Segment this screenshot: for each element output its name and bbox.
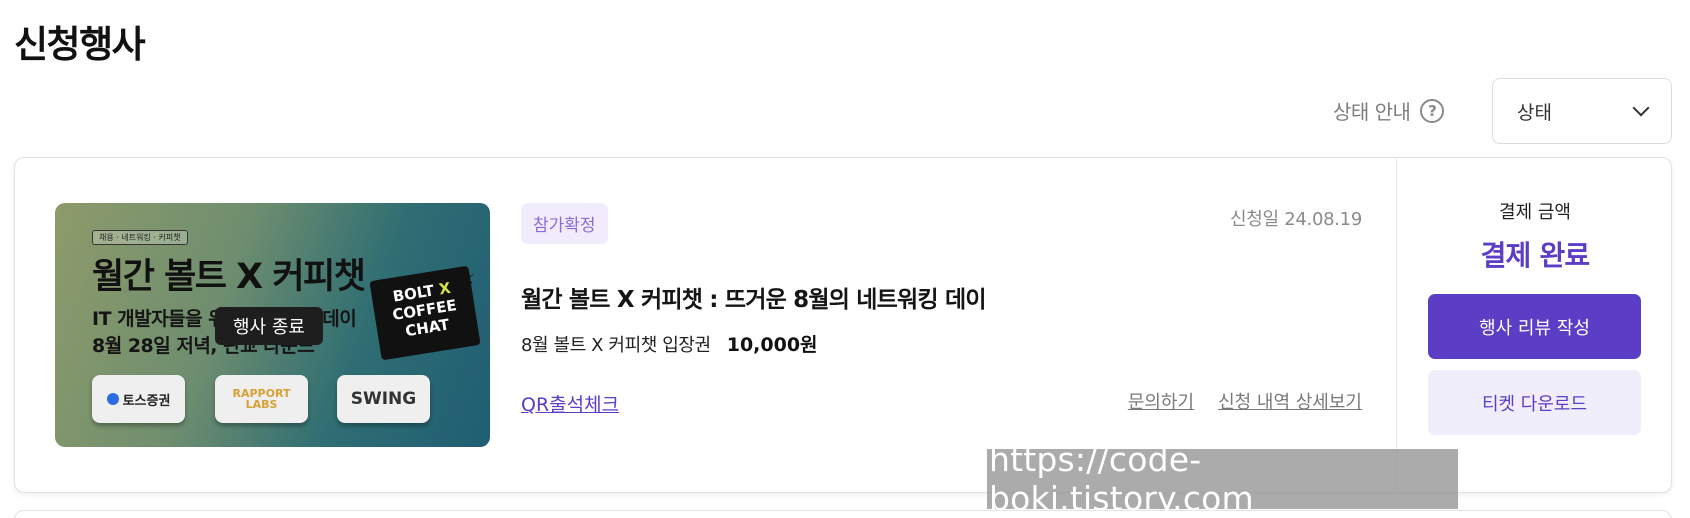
event-title[interactable]: 월간 볼트 X 커피챗 : 뜨거운 8월의 네트워킹 데이 <box>521 280 986 314</box>
sponsor2-line2: LABS <box>245 398 278 411</box>
lightning-icon: ⚡ <box>460 271 476 296</box>
ticket-row: 8월 볼트 X 커피챗 입장권 10,000원 <box>521 330 818 357</box>
status-select-value: 상태 <box>1517 101 1552 124</box>
status-badge: 참가확정 <box>521 203 608 244</box>
status-guide[interactable]: 상태 안내 ? <box>1333 96 1445 125</box>
ticket-price: 10,000원 <box>726 334 818 356</box>
sponsor1-label: 토스증권 <box>122 393 171 409</box>
status-guide-label: 상태 안내 <box>1333 100 1411 124</box>
ticket-download-button[interactable]: 티켓 다운로드 <box>1428 370 1641 435</box>
page-title: 신청행사 <box>14 23 146 66</box>
inquiry-link[interactable]: 문의하기 <box>1128 388 1194 414</box>
status-select[interactable]: 상태 <box>1492 78 1672 144</box>
write-review-button[interactable]: 행사 리뷰 작성 <box>1428 294 1641 359</box>
event-thumbnail[interactable]: 채용 · 네트워킹 · 커피챗 월간 볼트 X 커피챗 IT 개발자들을 위한 … <box>55 203 490 447</box>
chevron-down-icon <box>1632 99 1650 117</box>
thumbnail-tag: 채용 · 네트워킹 · 커피챗 <box>92 230 188 245</box>
event-ended-badge: 행사 종료 <box>215 307 323 345</box>
watermark: https://code-boki.tistory.com <box>987 440 1458 518</box>
question-circle-icon[interactable]: ? <box>1420 98 1445 123</box>
apply-date: 신청일 24.08.19 <box>1230 209 1362 230</box>
qr-checkin-link[interactable]: QR출석체크 <box>521 390 619 417</box>
payment-status: 결제 완료 <box>1480 239 1591 272</box>
detail-link[interactable]: 신청 내역 상세보기 <box>1218 388 1362 414</box>
ticket-name: 8월 볼트 X 커피챗 입장권 <box>521 335 711 356</box>
card-links: 문의하기 신청 내역 상세보기 <box>1128 388 1362 414</box>
thumbnail-title: 월간 볼트 X 커피챗 <box>92 257 366 297</box>
payment-label: 결제 금액 <box>1499 202 1571 223</box>
sponsor-rapport: RAPPORT LABS <box>215 375 308 423</box>
chat-x: X <box>437 278 452 299</box>
toss-logo-icon <box>106 393 119 405</box>
sponsor-swing: SWING <box>337 375 430 423</box>
sponsor-toss: 토스증권 <box>92 375 185 423</box>
